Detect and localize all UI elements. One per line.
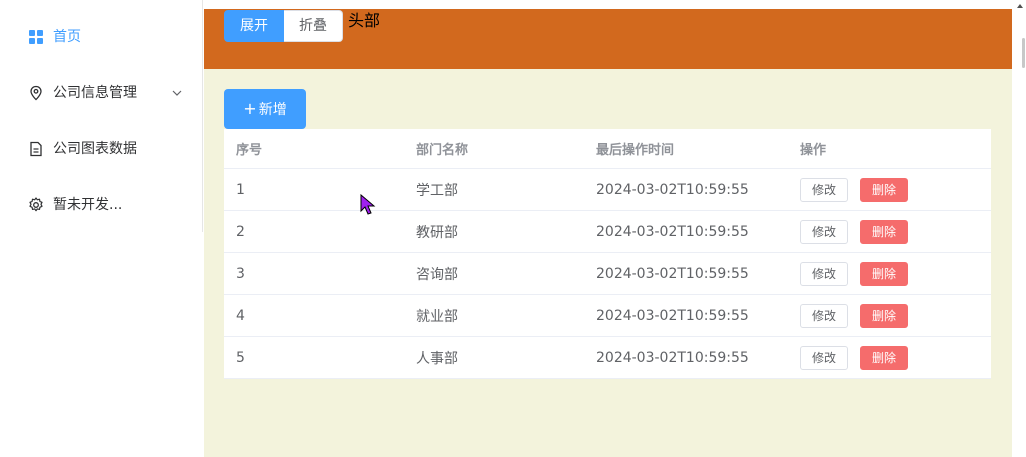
scroll-up-arrow-icon[interactable] [1016,2,1024,10]
scrollbar[interactable] [1012,0,1026,457]
add-button[interactable]: + 新增 [224,89,306,129]
department-name: 人事部 [416,350,458,367]
last-modified: 2024-03-02T10:59:55 [596,265,749,282]
last-modified: 2024-03-02T10:59:55 [596,349,749,366]
sidebar-item-company-info[interactable]: 公司信息管理 [0,73,202,113]
scrollbar-thumb[interactable] [1022,38,1025,68]
sidebar-item-dev[interactable]: 暂未开发... [0,185,202,225]
sidebar-item-label: 公司信息管理 [53,85,137,101]
grid-icon [29,30,43,44]
sidebar-divider [202,0,203,232]
last-modified: 2024-03-02T10:59:55 [596,181,749,198]
department-name: 教研部 [416,224,458,241]
table-header-row: 序号 部门名称 最后操作时间 操作 [224,129,991,169]
delete-button[interactable]: 删除 [860,219,908,244]
table-row: 2 教研部 2024-03-02T10:59:55 修改 删除 [224,211,991,253]
row-index: 4 [236,307,245,324]
edit-button[interactable]: 修改 [800,261,848,286]
sidebar-item-label: 公司图表数据 [53,141,137,157]
header-title: 头部 [348,11,381,30]
delete-button[interactable]: 删除 [860,261,908,286]
delete-button[interactable]: 删除 [860,345,908,370]
edit-button[interactable]: 修改 [800,345,848,370]
add-button-label: 新增 [258,102,287,118]
column-header: 序号 [236,143,263,158]
table-row: 3 咨询部 2024-03-02T10:59:55 修改 删除 [224,253,991,295]
chevron-down-icon[interactable] [171,87,183,99]
department-name: 就业部 [416,308,458,325]
department-name: 学工部 [416,182,458,199]
column-header: 操作 [800,143,827,158]
sidebar-item-label: 首页 [53,29,81,45]
gear-icon [29,197,43,212]
row-actions: 修改 删除 [800,253,908,294]
last-modified: 2024-03-02T10:59:55 [596,307,749,324]
expand-button[interactable]: 展开 [224,10,284,42]
toggle-button-group: 展开 折叠 [224,10,343,42]
table-row: 4 就业部 2024-03-02T10:59:55 修改 删除 [224,295,991,337]
row-actions: 修改 删除 [800,211,908,252]
row-actions: 修改 删除 [800,169,908,210]
header: 展开 折叠 头部 [204,9,1012,69]
main-content: 展开 折叠 头部 + 新增 序号 部门名称 最后操作时间 操作 1 学工部 20… [204,9,1012,457]
sidebar-item-company-charts[interactable]: 公司图表数据 [0,129,202,169]
delete-button[interactable]: 删除 [860,303,908,328]
edit-button[interactable]: 修改 [800,219,848,244]
row-index: 5 [236,349,245,366]
department-name: 咨询部 [416,266,458,283]
row-index: 1 [236,181,245,198]
column-header: 最后操作时间 [596,143,675,158]
edit-button[interactable]: 修改 [800,303,848,328]
edit-button[interactable]: 修改 [800,177,848,202]
table-row: 1 学工部 2024-03-02T10:59:55 修改 删除 [224,169,991,211]
row-actions: 修改 删除 [800,337,908,378]
collapse-button[interactable]: 折叠 [284,10,343,42]
last-modified: 2024-03-02T10:59:55 [596,223,749,240]
row-actions: 修改 删除 [800,295,908,336]
document-icon [30,141,42,157]
row-index: 3 [236,265,245,282]
sidebar-item-label: 暂未开发... [53,197,123,213]
delete-button[interactable]: 删除 [860,177,908,202]
table-row: 5 人事部 2024-03-02T10:59:55 修改 删除 [224,337,991,379]
row-index: 2 [236,223,245,240]
plus-icon: + [243,99,257,118]
department-table: 序号 部门名称 最后操作时间 操作 1 学工部 2024-03-02T10:59… [224,129,991,379]
column-header: 部门名称 [416,143,469,158]
mouse-cursor-icon [360,194,376,215]
sidebar-item-home[interactable]: 首页 [0,17,202,57]
location-pin-icon [30,85,42,101]
sidebar: 首页 公司信息管理 公司图表数据 暂未开发... [0,0,204,457]
